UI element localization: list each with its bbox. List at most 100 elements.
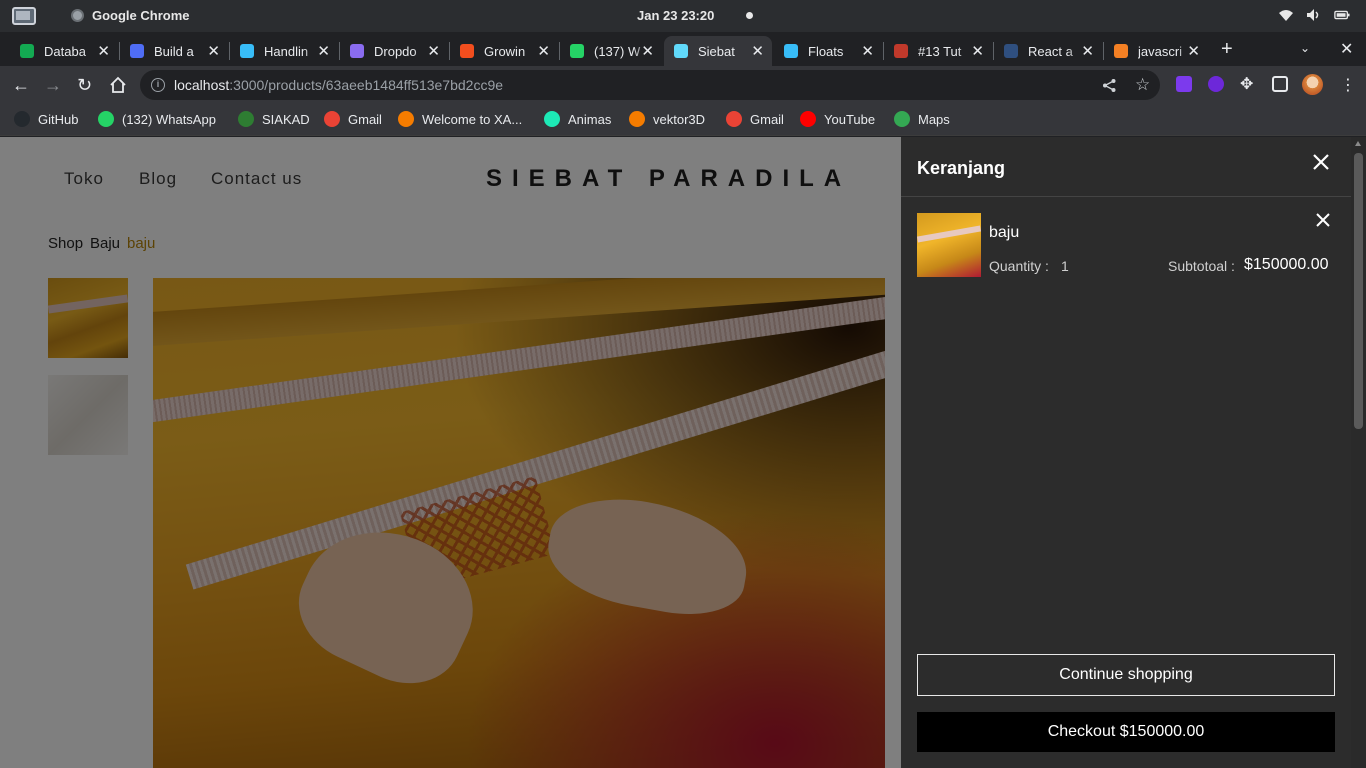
page-scrollbar[interactable] (1351, 137, 1366, 768)
bookmark-label: Gmail (750, 111, 784, 127)
tab-close-icon[interactable]: ✕ (1187, 42, 1200, 60)
os-app-name[interactable]: Google Chrome (92, 8, 190, 23)
extension-1-icon[interactable] (1176, 76, 1192, 92)
tab-favicon-icon (784, 44, 798, 58)
profile-avatar[interactable] (1302, 74, 1323, 95)
drawer-backdrop-overlay[interactable] (0, 137, 901, 768)
bookmark-label: (132) WhatsApp (122, 111, 216, 127)
tab-title: Floats (808, 43, 844, 59)
bookmark-youtube[interactable]: YouTube (800, 111, 875, 127)
back-arrow-icon[interactable]: ← (12, 75, 30, 95)
bookmark-github[interactable]: GitHub (14, 111, 78, 127)
tab-title: Growin (484, 43, 526, 59)
share-icon[interactable] (1102, 78, 1117, 93)
tab-handling[interactable]: Handlin ✕ (230, 36, 338, 66)
github-icon (14, 111, 30, 127)
tab-build[interactable]: Build a ✕ (120, 36, 228, 66)
scrollbar-thumb[interactable] (1354, 153, 1363, 429)
tab-title: Handlin (264, 43, 309, 59)
tab-tutorial[interactable]: #13 Tut ✕ (884, 36, 992, 66)
bookmark-gmail-2[interactable]: Gmail (726, 111, 784, 127)
tab-javascript[interactable]: javascri ✕ (1104, 36, 1208, 66)
tab-favicon-icon (674, 44, 688, 58)
bookmark-siakad[interactable]: SIAKAD (238, 111, 310, 127)
continue-shopping-button[interactable]: Continue shopping (917, 654, 1335, 696)
bookmark-label: Animas (568, 111, 612, 127)
quantity-label: Quantity : (989, 258, 1049, 274)
volume-icon[interactable] (1306, 8, 1322, 22)
tab-favicon-icon (1114, 44, 1128, 58)
tab-close-icon[interactable]: ✕ (97, 42, 110, 60)
bookmark-label: vektor3D (653, 111, 706, 127)
bookmark-vektor3d[interactable]: vektor3D (629, 111, 705, 127)
tab-search-chevron-icon[interactable]: ⌄ (1300, 41, 1310, 55)
checkout-button[interactable]: Checkout $150000.00 (917, 712, 1335, 752)
tab-siebat-active[interactable]: Siebat ✕ (664, 36, 772, 66)
wifi-icon[interactable] (1278, 8, 1294, 22)
tab-close-icon[interactable]: ✕ (751, 42, 764, 60)
activities-icon[interactable] (12, 7, 36, 25)
cart-item-name[interactable]: baju (989, 224, 1019, 242)
tab-title: Siebat (698, 43, 735, 59)
animas-icon (544, 111, 560, 127)
tab-favicon-icon (460, 44, 474, 58)
cart-title: Keranjang (917, 158, 1006, 178)
web-page: Toko Blog Contact us SIEBAT PARADILA Sho… (0, 137, 1366, 768)
chrome-menu-icon[interactable]: ⋮ (1340, 75, 1356, 95)
tab-close-icon[interactable]: ✕ (537, 42, 550, 60)
tab-database[interactable]: Databa ✕ (10, 36, 118, 66)
bookmark-whatsapp[interactable]: (132) WhatsApp (98, 111, 216, 127)
tab-close-icon[interactable]: ✕ (1081, 42, 1094, 60)
tab-title: Dropdo (374, 43, 417, 59)
new-tab-icon[interactable]: + (1221, 38, 1233, 61)
battery-icon[interactable] (1334, 8, 1350, 22)
bookmark-maps[interactable]: Maps (894, 111, 950, 127)
tab-favicon-icon (894, 44, 908, 58)
bookmark-label: GitHub (38, 111, 79, 127)
tab-favicon-icon (570, 44, 584, 58)
tab-close-icon[interactable]: ✕ (427, 42, 440, 60)
tab-close-icon[interactable]: ✕ (861, 42, 874, 60)
tab-dropdown[interactable]: Dropdo ✕ (340, 36, 448, 66)
tab-close-icon[interactable]: ✕ (971, 42, 984, 60)
bookmark-xampp[interactable]: Welcome to XA... (398, 111, 522, 127)
home-icon[interactable] (109, 76, 127, 94)
side-panel-icon[interactable] (1272, 76, 1288, 92)
tab-growing[interactable]: Growin ✕ (450, 36, 558, 66)
youtube-icon (800, 111, 816, 127)
forward-arrow-icon[interactable]: → (44, 75, 62, 95)
bookmark-label: YouTube (824, 111, 876, 127)
address-url[interactable]: localhost:3000/products/63aeeb1484ff513e… (174, 77, 503, 93)
tab-whatsapp[interactable]: (137) W ✕ (560, 36, 662, 66)
close-cart-icon[interactable] (1312, 153, 1330, 171)
remove-item-icon[interactable] (1316, 213, 1330, 227)
browser-toolbar: ← → ↻ i localhost:3000/products/63aeeb14… (0, 66, 1366, 104)
address-bar[interactable]: i localhost:3000/products/63aeeb1484ff51… (140, 70, 1160, 100)
tab-favicon-icon (20, 44, 34, 58)
site-info-icon[interactable]: i (151, 78, 165, 92)
tab-title: React a (1028, 43, 1073, 59)
window-close-icon[interactable]: ✕ (1340, 39, 1353, 59)
bookmark-star-icon[interactable]: ☆ (1135, 75, 1150, 95)
cart-drawer: Keranjang baju Quantity : 1 Subtotoal : … (901, 137, 1351, 768)
bookmark-gmail[interactable]: Gmail (324, 111, 382, 127)
tab-title: Build a (154, 43, 194, 59)
bookmark-label: Welcome to XA... (422, 111, 523, 127)
tab-close-icon[interactable]: ✕ (317, 42, 330, 60)
bookmark-animas[interactable]: Animas (544, 111, 611, 127)
tab-floats[interactable]: Floats ✕ (774, 36, 882, 66)
scroll-up-arrow-icon[interactable] (1355, 141, 1361, 146)
extensions-puzzle-icon[interactable]: ✥ (1240, 75, 1253, 95)
os-clock[interactable]: Jan 23 23:20 (637, 8, 714, 23)
reload-icon[interactable]: ↻ (77, 75, 92, 95)
tab-close-icon[interactable]: ✕ (641, 42, 654, 60)
subtotal-label: Subtotoal : (1168, 258, 1235, 274)
tab-react[interactable]: React a ✕ (994, 36, 1102, 66)
tab-favicon-icon (130, 44, 144, 58)
tab-close-icon[interactable]: ✕ (207, 42, 220, 60)
os-top-bar: Google Chrome Jan 23 23:20 (0, 0, 1366, 32)
chrome-app-icon (71, 9, 84, 22)
extension-download-icon[interactable] (1208, 76, 1224, 92)
tab-title: Databa (44, 43, 86, 59)
system-tray[interactable] (1278, 8, 1350, 22)
